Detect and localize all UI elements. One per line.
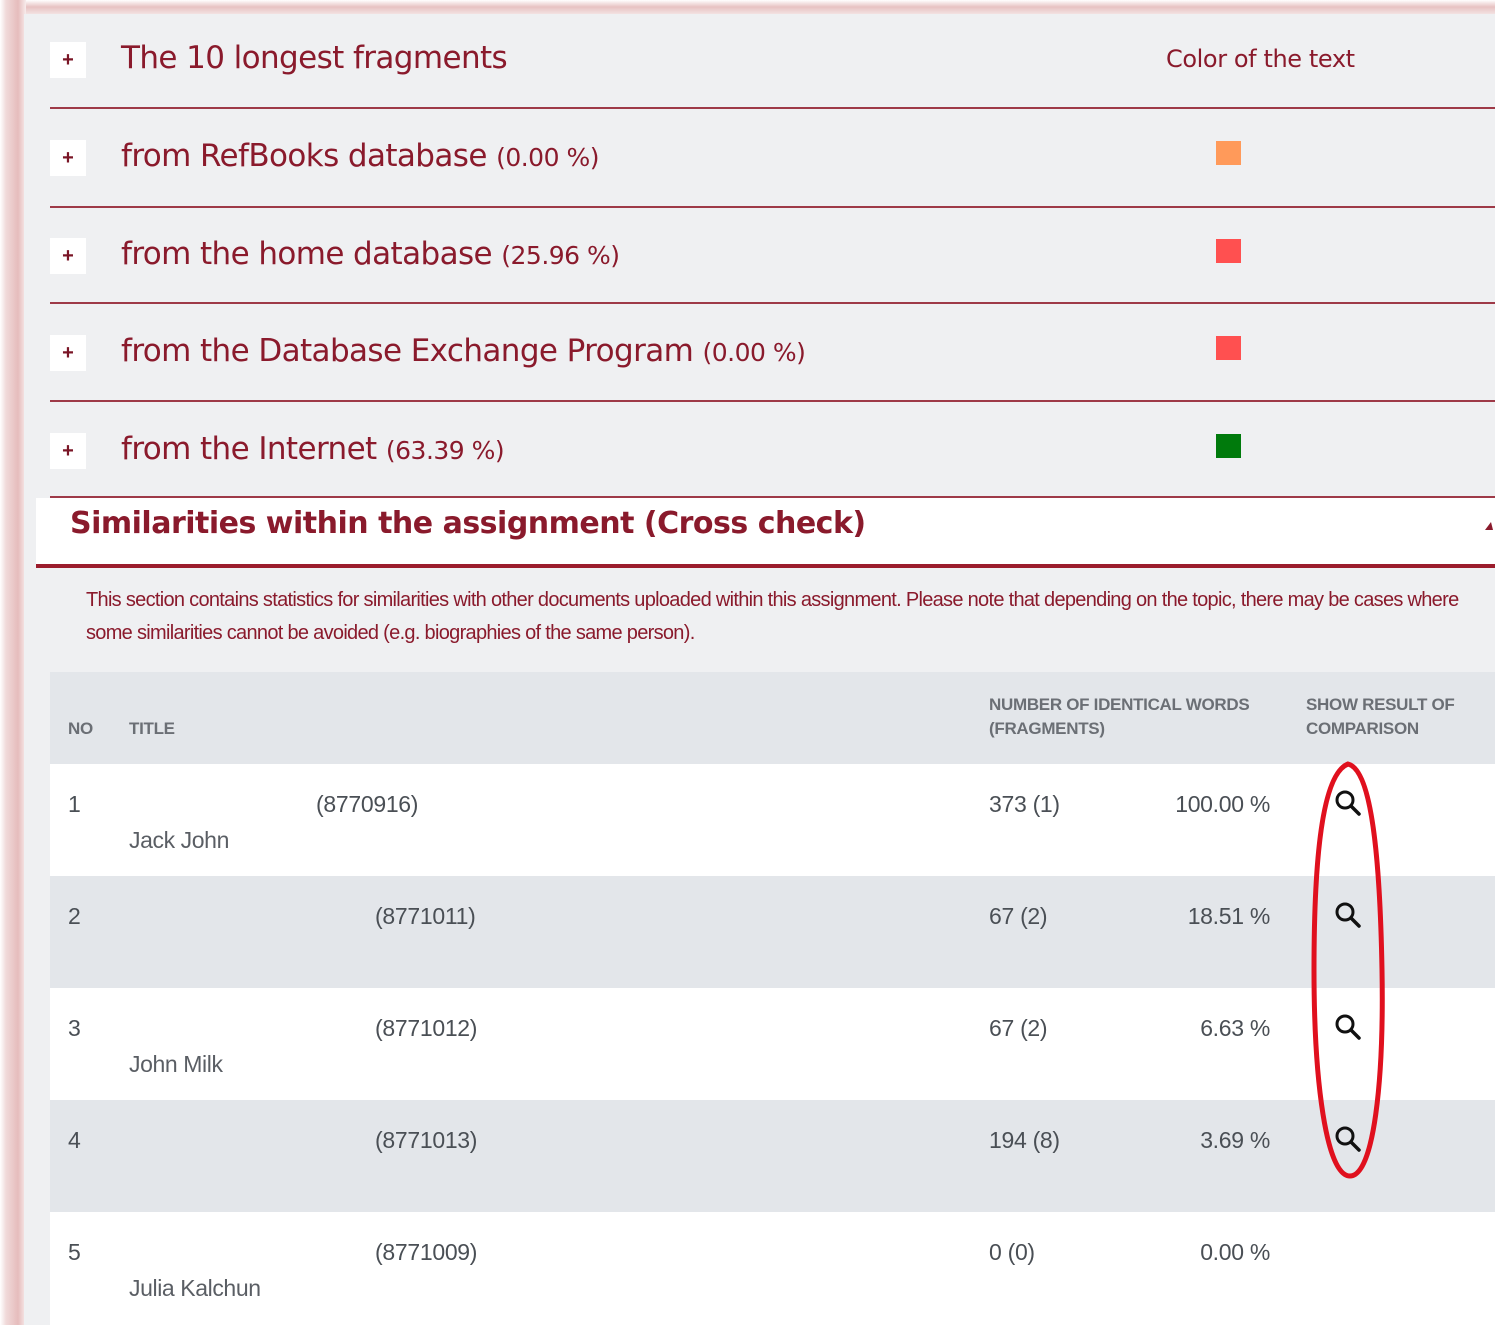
- source-name: from RefBooks database: [121, 138, 487, 174]
- document-author: John Milk: [129, 1051, 223, 1077]
- identical-words: 373 (1): [989, 791, 1060, 817]
- source-row-home-database: + from the home database (25.96 %): [50, 208, 1495, 304]
- similarity-percent: 3.69 %: [1200, 1127, 1270, 1153]
- frame-shadow-top: [0, 0, 1495, 14]
- source-row-database-exchange: + from the Database Exchange Program (0.…: [50, 304, 1495, 402]
- expand-refbooks-button[interactable]: +: [50, 140, 86, 176]
- source-name: from the Internet: [121, 431, 377, 467]
- table-row: 2 (8771011) 67 (2) 18.51 %: [50, 876, 1495, 988]
- color-swatch-internet: [1216, 434, 1241, 458]
- source-label: from the Database Exchange Program (0.00…: [121, 333, 806, 369]
- document-id: (8771013): [375, 1127, 478, 1153]
- document-id: (8771011): [375, 903, 476, 929]
- frame-shadow-left: [0, 0, 26, 1325]
- search-icon[interactable]: [1333, 1124, 1363, 1154]
- expand-longest-fragments-button[interactable]: +: [50, 42, 86, 78]
- table-row: 4 (8771013) 194 (8) 3.69 %: [50, 1100, 1495, 1212]
- similarity-percent: 0.00 %: [1200, 1239, 1270, 1265]
- column-header-line: (FRAGMENTS): [989, 719, 1105, 738]
- document-author: Jack John: [129, 827, 229, 853]
- column-header-no: NO: [68, 719, 93, 738]
- source-label: from the home database (25.96 %): [121, 236, 620, 272]
- column-header-show-comparison: SHOW RESULT OF COMPARISON: [1306, 693, 1455, 741]
- source-row-refbooks: + from RefBooks database (0.00 %): [50, 109, 1495, 208]
- document-id: (8771012): [375, 1015, 478, 1041]
- cross-check-header[interactable]: Similarities within the assignment (Cros…: [36, 498, 1495, 568]
- row-number: 1: [68, 791, 81, 817]
- longest-fragments-title: The 10 longest fragments: [121, 40, 508, 76]
- cross-check-description: This section contains statistics for sim…: [86, 589, 1459, 644]
- similarity-table-header: NO TITLE NUMBER OF IDENTICAL WORDS (FRAG…: [50, 672, 1495, 764]
- source-percent: (0.00 %): [496, 143, 599, 172]
- table-row: 5 (8771009) Julia Kalchun 0 (0) 0.00 %: [50, 1212, 1495, 1325]
- document-author: Julia Kalchun: [129, 1275, 261, 1301]
- color-swatch-home-database: [1216, 239, 1241, 263]
- table-row: 1 (8770916) Jack John 373 (1) 100.00 %: [50, 764, 1495, 876]
- document-id: (8771009): [375, 1239, 478, 1265]
- column-header-identical-words: NUMBER OF IDENTICAL WORDS (FRAGMENTS): [989, 693, 1250, 741]
- search-icon[interactable]: [1333, 1012, 1363, 1042]
- collapse-caret-icon[interactable]: [1485, 522, 1493, 530]
- identical-words: 67 (2): [989, 1015, 1048, 1041]
- expand-database-exchange-button[interactable]: +: [50, 335, 86, 371]
- column-header-line: NUMBER OF IDENTICAL WORDS: [989, 695, 1250, 714]
- similarity-percent: 18.51 %: [1187, 903, 1271, 929]
- row-number: 4: [68, 1127, 81, 1153]
- color-swatch-database-exchange: [1216, 336, 1241, 360]
- cross-check-title: Similarities within the assignment (Cros…: [70, 506, 866, 541]
- similarity-percent: 100.00 %: [1175, 791, 1270, 817]
- table-row: 3 (8771012) John Milk 67 (2) 6.63 %: [50, 988, 1495, 1100]
- expand-home-database-button[interactable]: +: [50, 238, 86, 274]
- source-percent: (0.00 %): [702, 338, 806, 367]
- fragments-header-row: + The 10 longest fragments Color of the …: [50, 14, 1495, 109]
- search-icon[interactable]: [1333, 788, 1363, 818]
- color-of-text-heading: Color of the text: [1166, 45, 1355, 73]
- column-header-line: SHOW RESULT OF: [1306, 695, 1455, 714]
- similarity-percent: 6.63 %: [1200, 1015, 1270, 1041]
- row-number: 2: [68, 903, 81, 929]
- document-id: (8770916): [316, 791, 419, 817]
- identical-words: 194 (8): [989, 1127, 1060, 1153]
- source-name: from the home database: [121, 236, 493, 272]
- identical-words: 0 (0): [989, 1239, 1035, 1265]
- source-label: from the Internet (63.39 %): [121, 431, 505, 467]
- column-header-title: TITLE: [129, 719, 175, 738]
- source-name: from the Database Exchange Program: [121, 333, 694, 369]
- source-label: from RefBooks database (0.00 %): [121, 138, 599, 174]
- search-icon[interactable]: [1333, 900, 1363, 930]
- color-swatch-refbooks: [1216, 141, 1241, 165]
- source-percent: (63.39 %): [385, 436, 505, 465]
- row-number: 3: [68, 1015, 81, 1041]
- source-row-internet: + from the Internet (63.39 %): [50, 402, 1495, 498]
- source-percent: (25.96 %): [501, 241, 620, 270]
- expand-internet-button[interactable]: +: [50, 433, 86, 469]
- identical-words: 67 (2): [989, 903, 1048, 929]
- column-header-line: COMPARISON: [1306, 719, 1419, 738]
- row-number: 5: [68, 1239, 81, 1265]
